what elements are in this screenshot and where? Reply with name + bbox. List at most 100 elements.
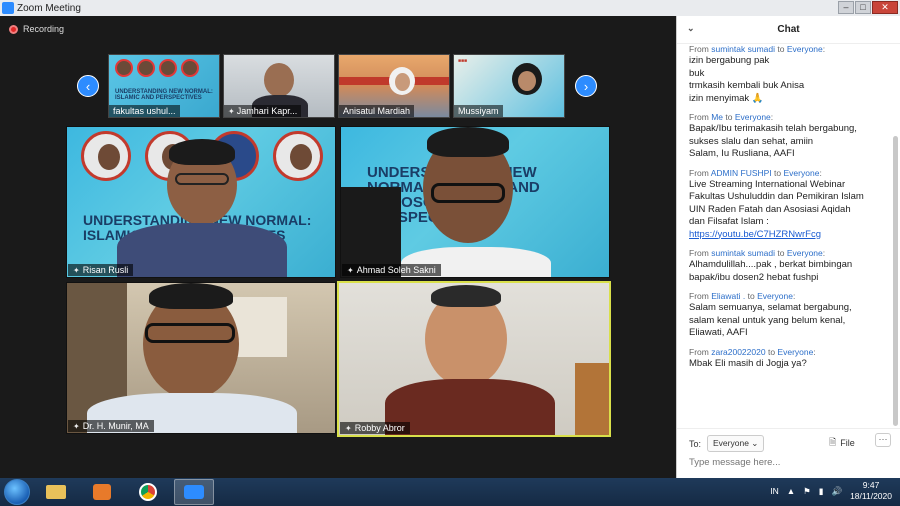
chat-message: From zara20022020 to Everyone: Mbak Eli m… [689,347,889,371]
message-sender[interactable]: sumintak sumadi [711,248,775,258]
message-text: Alhamdulillah....pak , berkat bimbingan [689,259,853,270]
media-player-icon [93,484,111,500]
message-text: Fakultas Ushuluddin dan Pemikiran Islam [689,191,864,202]
pin-icon: ✦ [73,421,80,431]
slide-speaker-photos [115,59,199,77]
message-link[interactable]: https://youtu.be/C7HZRNwrFcg [689,229,889,242]
message-text: dan Filsafat Islam : [689,216,769,227]
message-sender-line: From ADMIN FUSHPI to Everyone: [689,167,822,178]
message-sender[interactable]: ADMIN FUSHPI [711,168,772,178]
message-text: bapak/ibu dosen2 hebat fushpi [689,271,819,283]
message-text: buk [689,67,705,79]
chat-title: Chat [777,24,800,35]
start-button[interactable] [4,479,30,505]
next-page-button[interactable]: › [575,75,597,97]
poster-text-decoration: ■■■ [458,58,468,64]
language-indicator[interactable]: IN [770,486,779,496]
close-button[interactable]: ✕ [872,1,898,14]
taskbar: IN ▲ ⚑ ▮ 🔊 9:47 18/11/2020 [0,478,900,506]
recipient-label: To: [689,438,702,449]
active-speaker-tile[interactable]: ✦ Robby Abror [337,281,611,437]
message-recipient: Everyone [786,44,823,54]
message-sender[interactable]: Me [711,112,723,122]
file-explorer-button[interactable] [36,479,76,505]
chrome-button[interactable] [128,479,168,505]
chat-messages-list[interactable]: From sumintak sumadi to Everyone: izin be… [677,44,895,426]
pin-icon: ✦ [347,265,354,275]
chat-message: From Eliawati . to Everyone: Salam semuan… [689,291,889,340]
thumbnail-tile[interactable]: Anisatul Mardiah [338,54,450,118]
file-icon: 🗎 [829,437,837,447]
more-options-button[interactable]: ··· [875,433,891,447]
video-tile[interactable]: ✦ Dr. H. Munir, MA [66,282,336,434]
media-player-button[interactable] [82,479,122,505]
show-hidden-icons-icon[interactable]: ▲ [787,486,795,496]
message-text: Live Streaming International Webinar [689,178,846,190]
chat-scrollbar[interactable] [893,136,898,426]
participant-body [385,379,555,435]
message-text: salam kenal untuk yang belum kenal, [689,314,846,326]
message-sender[interactable]: zara20022020 [711,347,765,357]
thumbnail-tile[interactable]: ■■■ Mussiyam [453,54,565,118]
message-sender-line: From Me to Everyone: [689,112,774,122]
thumbnail-tile[interactable]: ✦ Jamhari Kapr... [223,54,335,118]
message-sender-line: From sumintak sumadi to Everyone: [689,248,826,258]
window-controls: – □ ✕ [838,1,898,14]
message-text: izin bergabung pak [689,55,770,66]
chat-message: From sumintak sumadi to Everyone: izin be… [689,44,889,105]
mic-muted-icon: ✦ [228,106,235,116]
recording-indicator[interactable]: Recording [9,24,64,34]
thumbnail-name: Mussiyam [454,105,503,117]
video-area: Recording ‹ › UNDERSTANDING NEW NORMAL: … [0,16,676,478]
chat-footer: To: Everyone ⌄ 🗎 File ··· [677,428,900,478]
thumbnail-strip: UNDERSTANDING NEW NORMAL: ISLAMIC AND PE… [108,54,565,118]
recipient-select[interactable]: Everyone ⌄ [707,435,765,452]
file-button[interactable]: 🗎 File [829,435,855,451]
participant-hair [149,283,233,309]
message-text: Bapak/Ibu terimakasih telah bergabung, [689,123,857,134]
message-sender-line: From zara20022020 to Everyone: [689,346,816,357]
participant-face [264,63,294,97]
chrome-icon [139,483,157,501]
folder-icon [46,485,66,499]
message-sender[interactable]: Eliawati . [711,291,745,301]
message-text: UIN Raden Fatah dan Asosiasi Aqidah [689,203,851,215]
message-text: sukses slalu dan sehat, amiin [689,135,814,147]
participant-face [518,71,536,91]
prev-page-button[interactable]: ‹ [77,75,99,97]
minimize-button[interactable]: – [838,1,854,14]
volume-icon[interactable]: 🔊 [831,486,842,497]
system-tray: IN ▲ ⚑ ▮ 🔊 9:47 18/11/2020 [770,480,892,502]
pin-icon: ✦ [345,423,352,433]
zoom-taskbar-button[interactable] [174,479,214,505]
window-title: Zoom Meeting [17,2,81,14]
recipient-row: To: Everyone ⌄ [689,435,765,452]
tile-name-label: ✦ Dr. H. Munir, MA [68,420,154,432]
title-bar: Zoom Meeting – □ ✕ [0,0,900,16]
recording-label: Recording [23,24,65,34]
chat-message-input[interactable] [689,457,879,468]
pin-icon: ✦ [73,265,80,275]
clock[interactable]: 9:47 18/11/2020 [850,480,892,502]
participant-hair [169,139,235,165]
message-text: izin menyimak 🙏 [689,92,764,104]
participant-body [117,223,287,277]
participant-hair [431,285,501,307]
flag-icon[interactable]: ⚑ [803,486,811,497]
participant-face [395,73,410,91]
network-icon[interactable]: ▮ [819,486,824,497]
thumbnail-tile[interactable]: UNDERSTANDING NEW NORMAL: ISLAMIC AND PE… [108,54,220,118]
record-icon [9,24,18,34]
thumbnail-name: Anisatul Mardiah [339,105,415,117]
video-tile[interactable]: UNDERSTANDING NEW NORMAL: ISLAMIC AND PE… [66,126,336,278]
maximize-button[interactable]: □ [855,1,871,14]
message-recipient: Everyone [734,112,771,122]
message-sender[interactable]: sumintak sumadi [711,44,775,54]
tile-name-label: ✦ Ahmad Soleh Sakni [342,264,441,276]
video-tile[interactable]: UNDERSTANDING NEW NORMAL: ISLAMIC AND PH… [340,126,610,278]
chat-message: From ADMIN FUSHPI to Everyone: Live Strea… [689,168,889,242]
zoom-icon [184,485,204,499]
message-text: Mbak Eli masih di Jogja ya? [689,357,807,369]
tile-name-label: ✦ Robby Abror [340,422,410,434]
chevron-down-icon[interactable]: ⌄ [687,23,695,34]
